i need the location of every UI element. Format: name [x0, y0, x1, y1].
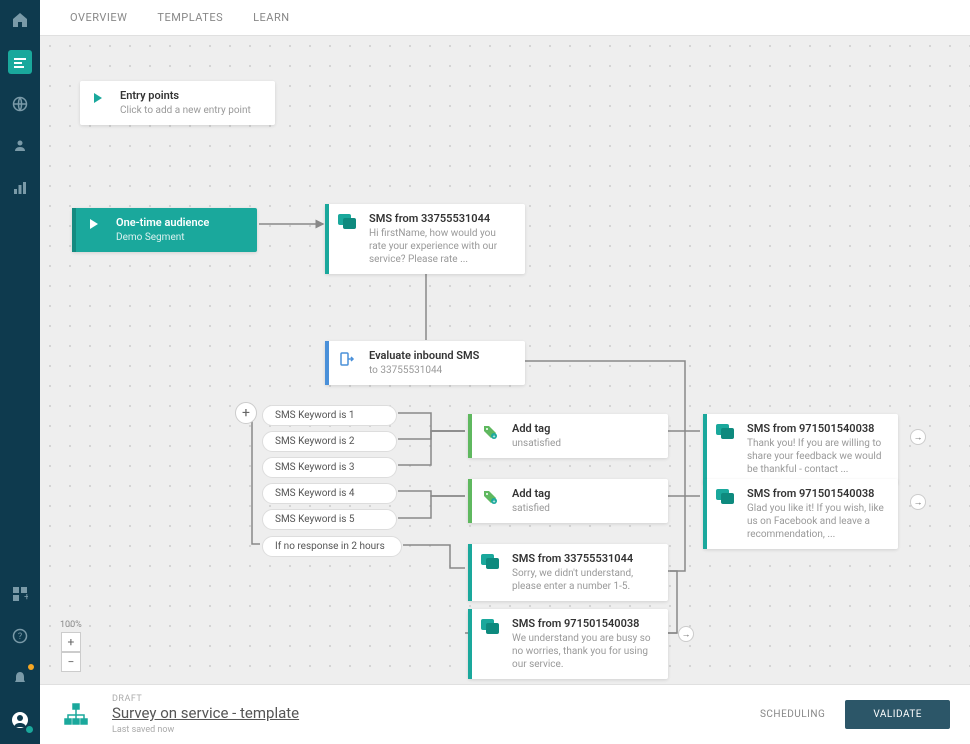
- next-arrow[interactable]: →: [910, 429, 926, 445]
- svg-text:?: ?: [18, 632, 22, 642]
- tab-overview[interactable]: OVERVIEW: [70, 11, 127, 24]
- branch-k4[interactable]: SMS Keyword is 4: [262, 483, 397, 504]
- branch-k3[interactable]: SMS Keyword is 3: [262, 457, 397, 478]
- sms-node-4[interactable]: SMS from 33755531044 Sorry, we didn't un…: [468, 544, 668, 601]
- main: OVERVIEW TEMPLATES LEARN: [40, 0, 970, 744]
- zoom-level: 100%: [60, 620, 82, 630]
- scheduling-button[interactable]: SCHEDULING: [760, 709, 825, 720]
- node-title: Add tag: [512, 422, 656, 435]
- node-subtitle: to 33755531044: [369, 364, 513, 377]
- add-branch-button[interactable]: +: [235, 402, 257, 424]
- audience-node[interactable]: One-time audience Demo Segment: [72, 208, 257, 252]
- saved-label: Last saved now: [112, 725, 760, 735]
- flow-title[interactable]: Survey on service - template: [112, 704, 760, 722]
- validate-button[interactable]: VALIDATE: [845, 700, 950, 729]
- sms-node-2[interactable]: SMS from 971501540038 Thank you! If you …: [703, 414, 898, 484]
- entry-subtitle: Click to add a new entry point: [120, 104, 263, 117]
- node-title: SMS from 971501540038: [747, 487, 886, 500]
- zoom-controls: 100% + −: [60, 620, 82, 672]
- svg-text:+: +: [493, 434, 496, 440]
- node-subtitle: Sorry, we didn't understand, please ente…: [512, 567, 656, 593]
- tag-node-1[interactable]: + Add tag unsatisfied: [468, 414, 668, 458]
- tag-node-2[interactable]: + Add tag satisfied: [468, 479, 668, 523]
- users-icon[interactable]: [8, 134, 32, 158]
- analytics-icon[interactable]: [8, 176, 32, 200]
- tab-templates[interactable]: TEMPLATES: [157, 11, 223, 24]
- node-subtitle: Hi firstName, how would you rate your ex…: [369, 227, 513, 266]
- notifications-icon[interactable]: [8, 666, 32, 690]
- play-icon: [76, 208, 112, 230]
- sms-node-5[interactable]: SMS from 971501540038 We understand you …: [468, 609, 668, 679]
- sms-node-3[interactable]: SMS from 971501540038 Glad you like it! …: [703, 479, 898, 549]
- tag-icon: +: [472, 479, 508, 505]
- next-arrow[interactable]: →: [910, 494, 926, 510]
- node-title: Add tag: [512, 487, 656, 500]
- node-title: Evaluate inbound SMS: [369, 349, 513, 362]
- chat-icon: [707, 414, 743, 440]
- node-title: SMS from 971501540038: [747, 422, 886, 435]
- top-tabs: OVERVIEW TEMPLATES LEARN: [40, 0, 970, 36]
- apps-icon[interactable]: +: [8, 582, 32, 606]
- node-title: SMS from 33755531044: [512, 552, 656, 565]
- canvas[interactable]: Entry points Click to add a new entry po…: [40, 36, 970, 684]
- sms-node-1[interactable]: SMS from 33755531044 Hi firstName, how w…: [325, 204, 525, 274]
- entry-title: Entry points: [120, 89, 263, 102]
- zoom-out-button[interactable]: −: [61, 652, 81, 672]
- node-subtitle: Demo Segment: [116, 231, 245, 244]
- branch-k1[interactable]: SMS Keyword is 1: [262, 405, 397, 426]
- home-icon[interactable]: [8, 8, 32, 32]
- profile-icon[interactable]: [8, 708, 32, 732]
- node-title: One-time audience: [116, 216, 245, 229]
- node-subtitle: unsatisfied: [512, 437, 656, 450]
- tab-learn[interactable]: LEARN: [253, 11, 289, 24]
- node-subtitle: We understand you are busy so no worries…: [512, 632, 656, 671]
- play-icon: [80, 81, 116, 105]
- chat-icon: [472, 609, 508, 635]
- node-title: SMS from 33755531044: [369, 212, 513, 225]
- tag-icon: +: [472, 414, 508, 440]
- chat-icon: [707, 479, 743, 505]
- help-icon[interactable]: ?: [8, 624, 32, 648]
- globe-icon[interactable]: [8, 92, 32, 116]
- branch-k2[interactable]: SMS Keyword is 2: [262, 431, 397, 452]
- zoom-in-button[interactable]: +: [61, 632, 81, 652]
- branch-noresponse[interactable]: If no response in 2 hours: [262, 536, 402, 557]
- evaluate-icon: [329, 341, 365, 367]
- evaluate-node[interactable]: Evaluate inbound SMS to 33755531044: [325, 341, 525, 385]
- node-title: SMS from 971501540038: [512, 617, 656, 630]
- entry-points-card[interactable]: Entry points Click to add a new entry po…: [80, 81, 275, 125]
- node-subtitle: satisfied: [512, 502, 656, 515]
- left-sidebar: + ?: [0, 0, 40, 744]
- svg-text:+: +: [24, 592, 28, 602]
- next-arrow[interactable]: →: [678, 626, 694, 642]
- node-subtitle: Thank you! If you are willing to share y…: [747, 437, 886, 476]
- node-subtitle: Glad you like it! If you wish, like us o…: [747, 502, 886, 541]
- flow-icon[interactable]: [8, 50, 32, 74]
- footer: DRAFT Survey on service - template Last …: [40, 684, 970, 744]
- branch-k5[interactable]: SMS Keyword is 5: [262, 509, 397, 530]
- chat-icon: [472, 544, 508, 570]
- flow-structure-icon: [60, 699, 92, 731]
- chat-icon: [329, 204, 365, 230]
- svg-text:+: +: [493, 499, 496, 505]
- draft-status: DRAFT: [112, 694, 760, 704]
